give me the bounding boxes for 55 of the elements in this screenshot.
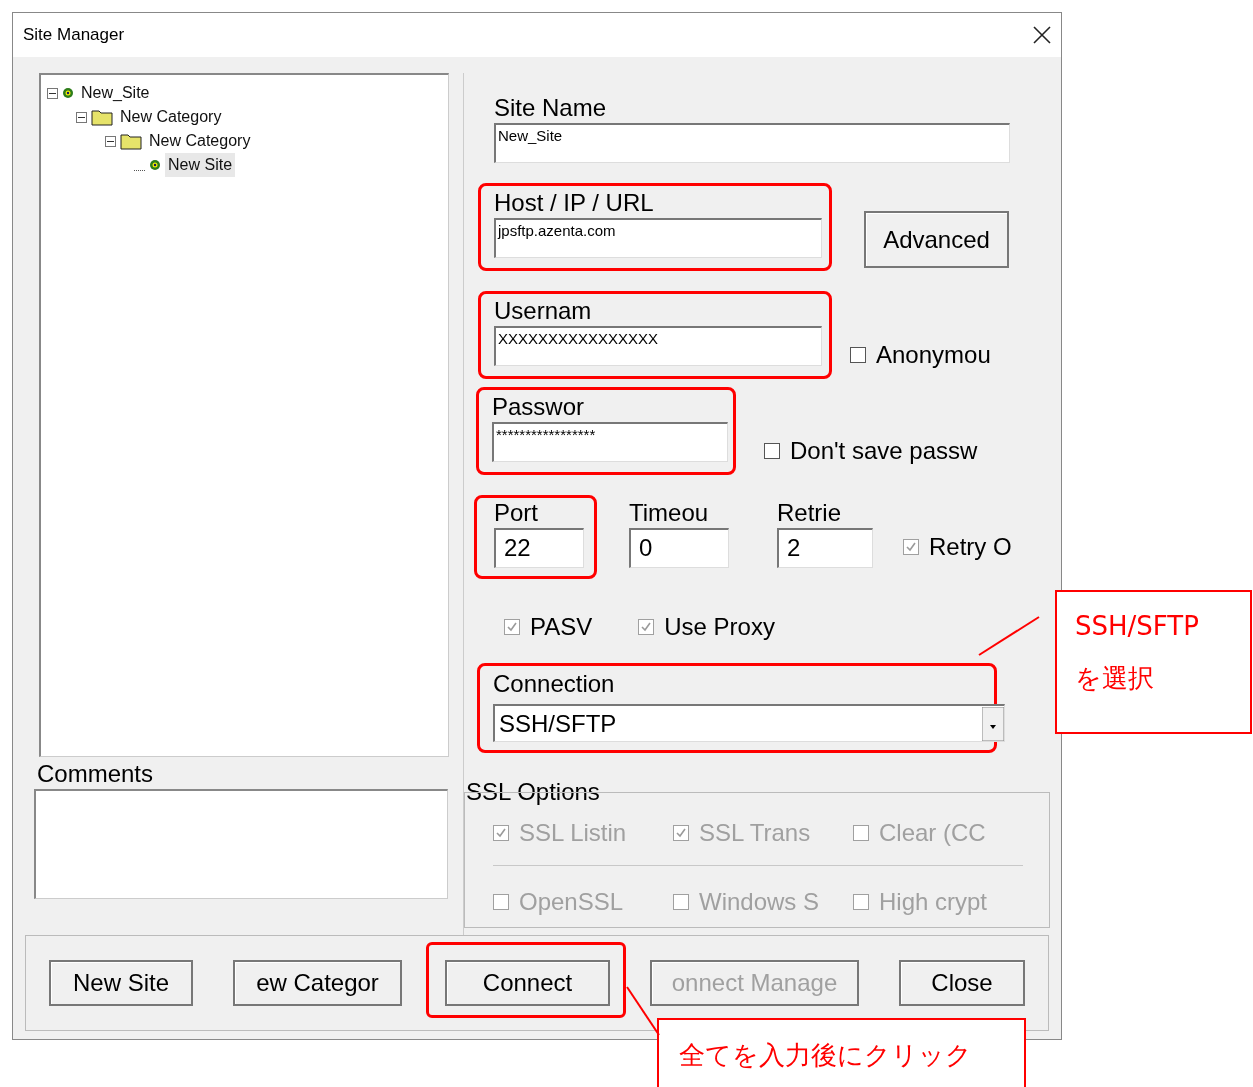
field-label: Passwor [492, 392, 586, 422]
connection-dropdown[interactable]: SSH/SFTP [493, 704, 1005, 742]
checkbox-label: SSL Listin [519, 818, 627, 848]
tree-item[interactable]: New_Site [78, 81, 153, 105]
checkbox-label: PASV [530, 612, 593, 642]
checkbox-label: SSL Trans [699, 818, 811, 848]
checkbox-label: High crypt [879, 887, 988, 917]
checkbox-label: Clear (CC [879, 818, 986, 848]
checkbox[interactable] [850, 347, 866, 363]
field-label: Timeou [629, 498, 710, 528]
site-icon [149, 159, 161, 171]
collapse-icon[interactable] [76, 111, 87, 123]
tree-item[interactable]: New Site [165, 153, 236, 177]
checkbox-label: Use Proxy [664, 612, 775, 642]
collapse-icon[interactable] [47, 87, 58, 99]
dialog-button[interactable]: New Site [49, 960, 193, 1006]
callout-text: 全てを入力後にクリック [679, 1039, 973, 1072]
site-name-field[interactable]: New_Site [494, 123, 1010, 163]
checkbox-label: OpenSSL [519, 887, 624, 917]
checkbox-label: Retry O [929, 532, 1012, 562]
tree-item[interactable]: New Category [146, 129, 254, 153]
retries-field[interactable]: 2 [777, 528, 873, 568]
advanced-button[interactable]: Advanced [864, 211, 1009, 268]
dialog-button[interactable]: Close [899, 960, 1025, 1006]
checkbox-label: Don't save passw [790, 436, 978, 466]
checkbox-label: Windows S [699, 887, 820, 917]
collapse-icon[interactable] [105, 135, 116, 147]
field-label: Port [494, 498, 539, 528]
callout-text: を選択 [1075, 662, 1155, 694]
field-label: Site Name [494, 93, 608, 123]
folder-icon [120, 132, 142, 150]
password-field[interactable]: ***************** [492, 422, 728, 462]
window-title: Site Manager [23, 24, 125, 47]
dropdown-value: SSH/SFTP [499, 708, 617, 739]
dialog-button[interactable]: Connect [445, 960, 610, 1006]
site-icon [62, 87, 74, 99]
checkbox[interactable] [764, 443, 780, 459]
close-icon[interactable] [1033, 26, 1051, 44]
username-field[interactable]: XXXXXXXXXXXXXXXX [494, 326, 822, 366]
callout-text: SSH/SFTP [1075, 610, 1200, 642]
leader-line [978, 616, 1040, 656]
comments-field[interactable] [34, 789, 448, 899]
dialog-button[interactable]: ew Categor [233, 960, 402, 1006]
field-label: Host / IP / URL [494, 188, 655, 218]
host-field[interactable]: jpsftp.azenta.com [494, 218, 822, 258]
tree-item[interactable]: New Category [117, 105, 225, 129]
timeout-field[interactable]: 0 [629, 528, 729, 568]
field-label: Retrie [777, 498, 843, 528]
field-label: Connection [493, 669, 616, 699]
checkbox-label: Anonymou [876, 340, 991, 370]
field-label: Usernam [494, 296, 593, 326]
port-field[interactable]: 22 [494, 528, 584, 568]
group-label: Comments [37, 759, 155, 789]
folder-icon [91, 108, 113, 126]
dropdown-arrow-icon[interactable] [982, 706, 1004, 741]
